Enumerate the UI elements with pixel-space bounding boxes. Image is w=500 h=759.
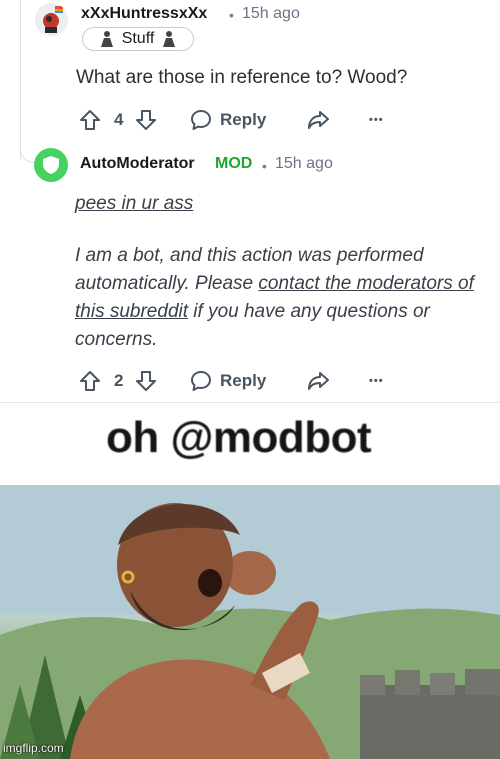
first-line-link[interactable]: pees in ur ass — [75, 193, 193, 214]
comment-timestamp[interactable]: 15h ago — [275, 155, 333, 173]
upvote-arrow-icon — [80, 371, 100, 391]
vote-count: 2 — [114, 371, 124, 390]
meta-separator: • — [229, 7, 234, 23]
comment-bubble-icon — [191, 110, 211, 130]
comment-author[interactable]: AutoModerator — [80, 155, 195, 173]
share-button[interactable] — [306, 108, 330, 132]
reply-button[interactable]: Reply — [189, 108, 266, 132]
more-options-button[interactable]: ••• — [369, 375, 384, 387]
bot-disclaimer: I am a bot, and this action was performe… — [75, 242, 493, 354]
comment-body: What are those in reference to? Wood? — [76, 67, 408, 88]
thread-rail-curve — [20, 140, 35, 163]
more-options-button[interactable]: ••• — [369, 114, 384, 126]
downvote-button[interactable] — [134, 108, 158, 132]
user-avatar[interactable] — [35, 3, 68, 36]
downvote-arrow-icon — [136, 110, 156, 130]
comment-timestamp[interactable]: 15h ago — [242, 5, 300, 23]
reply-button[interactable]: Reply — [189, 369, 266, 393]
upvote-arrow-icon — [80, 110, 100, 130]
reply-label: Reply — [220, 371, 267, 390]
downvote-arrow-icon — [136, 371, 156, 391]
upvote-button[interactable] — [78, 369, 102, 393]
mod-badge: MOD — [215, 155, 253, 172]
share-button[interactable] — [306, 369, 330, 393]
thread-rail — [20, 0, 21, 160]
downvote-button[interactable] — [134, 369, 158, 393]
vote-count: 4 — [114, 110, 124, 129]
share-arrow-icon — [308, 111, 329, 129]
flair-label: Stuff — [121, 30, 155, 47]
flair-figure-icon — [163, 31, 176, 47]
upvote-button[interactable] — [78, 108, 102, 132]
automod-avatar[interactable] — [34, 148, 68, 182]
comment-author[interactable]: xXxHuntressxXx — [81, 5, 207, 23]
meme-caption: oh @modbot — [106, 413, 372, 462]
shouting-character-illustration — [0, 485, 500, 759]
imgflip-watermark: imgflip.com — [3, 741, 64, 755]
shield-icon — [43, 156, 59, 174]
comment-first-line: pees in ur ass — [75, 190, 193, 218]
meta-separator: • — [262, 158, 267, 174]
reply-label: Reply — [220, 110, 267, 129]
meme-image: imgflip.com — [0, 485, 500, 759]
share-arrow-icon — [308, 372, 329, 390]
comment-bubble-icon — [191, 371, 211, 391]
user-flair: Stuff — [82, 27, 194, 51]
flair-figure-icon — [100, 31, 113, 47]
avatar-icon — [35, 3, 68, 36]
screenshot-divider — [0, 402, 500, 403]
